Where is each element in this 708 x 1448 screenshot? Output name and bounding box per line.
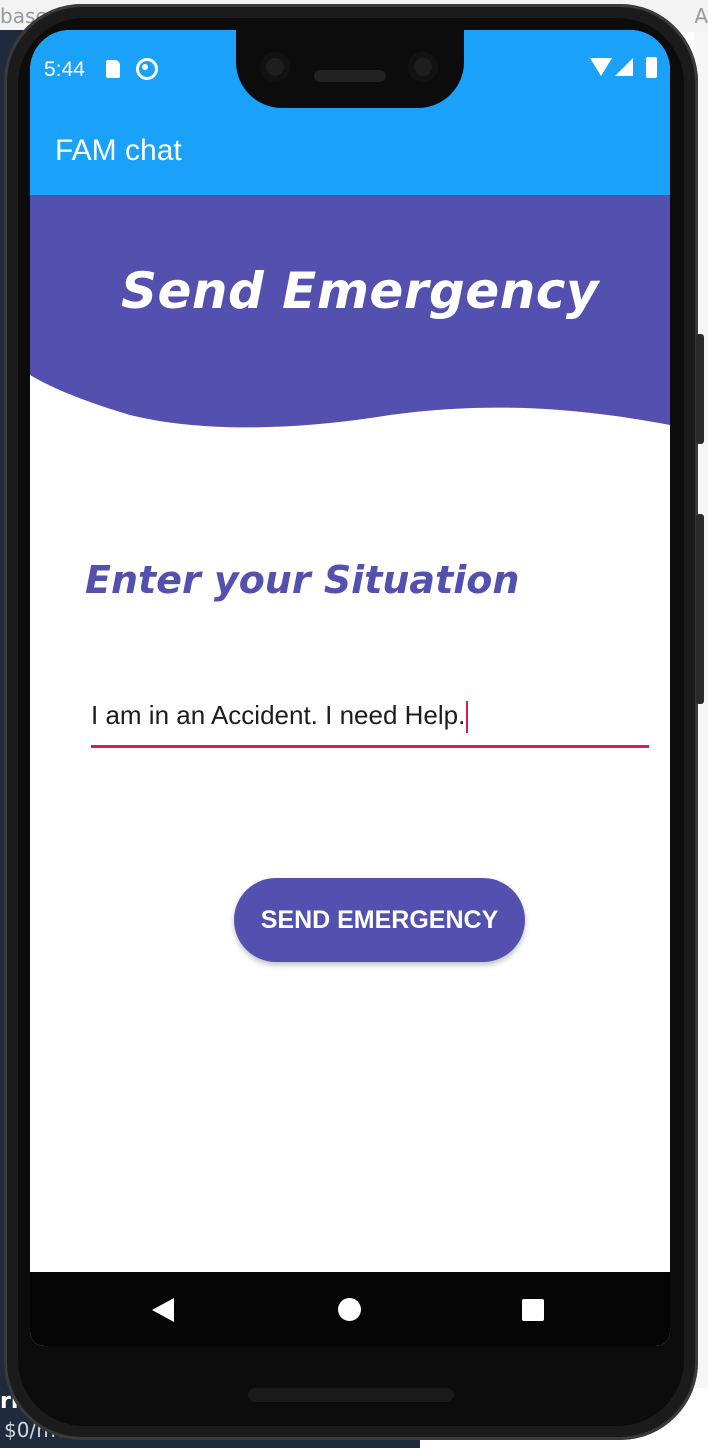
page-title: Send Emergency [120, 262, 600, 320]
header-wave-background [30, 195, 670, 428]
app-bar: FAM chat [30, 112, 670, 195]
volume-button [696, 514, 704, 704]
camera-notch [236, 30, 464, 108]
text-cursor [466, 701, 469, 734]
situation-input[interactable]: I am in an Accident. I need Help. [91, 690, 649, 748]
situation-label: Enter your Situation [85, 558, 520, 602]
battery-icon [646, 57, 657, 78]
status-time: 5:44 [44, 58, 85, 81]
signal-icon [615, 58, 633, 76]
device-screen: 5:44 FAM chat Send Emergency Enter your … [30, 30, 670, 1346]
front-sensor-icon [408, 52, 438, 82]
sync-icon [136, 58, 158, 80]
navigation-bar [30, 1272, 670, 1346]
recents-icon[interactable] [522, 1299, 544, 1321]
home-icon[interactable] [338, 1298, 361, 1321]
back-icon[interactable] [152, 1298, 174, 1322]
power-button [696, 334, 704, 444]
wifi-icon [590, 58, 612, 76]
app-title: FAM chat [55, 134, 182, 167]
background-text-right: A [694, 4, 708, 28]
sd-card-icon [106, 60, 120, 78]
situation-input-value: I am in an Accident. I need Help. [91, 700, 466, 730]
send-emergency-button[interactable]: SEND EMERGENCY [234, 878, 525, 962]
front-camera-icon [260, 52, 290, 82]
earpiece-speaker [314, 70, 386, 82]
situation-input-text: I am in an Accident. I need Help. [91, 700, 469, 734]
bottom-speaker-grille [248, 1388, 454, 1402]
